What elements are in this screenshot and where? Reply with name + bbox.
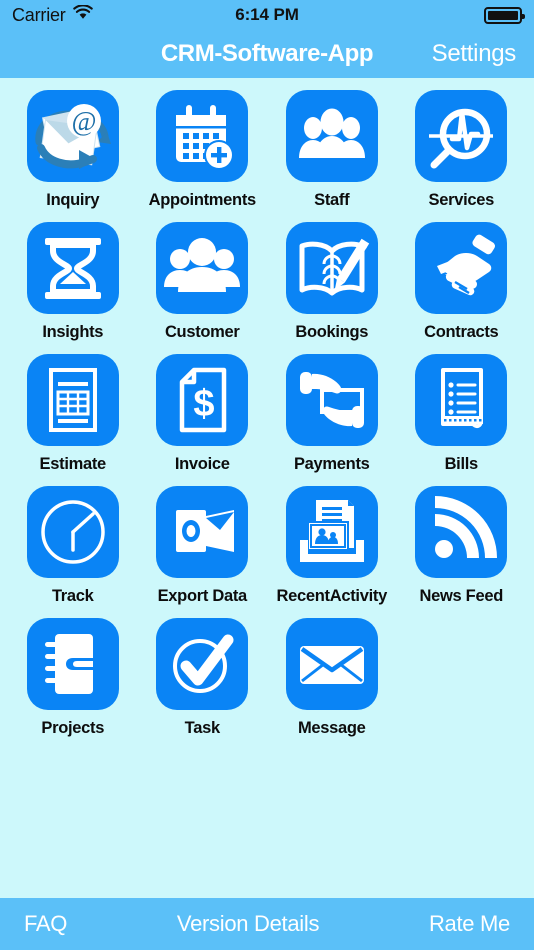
grid-item-invoice[interactable]: $ Invoice (138, 354, 268, 474)
grid-item-label: Insights (42, 323, 104, 341)
handshake-icon (437, 234, 496, 296)
email-at-envelope-icon: @ (35, 104, 111, 169)
app-grid: @ Inquiry Appointments Staff Services In… (8, 90, 526, 738)
grid-item-staff[interactable]: Staff (267, 90, 397, 210)
battery-full-icon (484, 6, 525, 24)
receipt-list-icon (441, 368, 484, 429)
grid-item-label: Invoice (174, 455, 230, 473)
carrier-label: Carrier (12, 4, 66, 25)
hands-card-icon (299, 372, 364, 428)
news-feed-tile[interactable] (415, 486, 508, 578)
services-tile[interactable] (415, 90, 508, 182)
bottom-toolbar: FAQ Version Details Rate Me (0, 898, 534, 950)
hourglass-icon (44, 238, 101, 299)
magnifier-pulse-icon (429, 108, 494, 169)
message-tile[interactable] (285, 618, 378, 710)
grid-item-label: Customer (164, 323, 240, 341)
envelope-icon (299, 646, 364, 684)
svg-text:$: $ (194, 383, 215, 425)
grid-item-label: Task (184, 719, 220, 737)
grid-item-label: News Feed (419, 587, 504, 605)
grid-item-recent-activity[interactable]: RecentActivity (267, 486, 397, 606)
grid-item-insights[interactable]: Insights (8, 222, 138, 342)
grid-item-payments[interactable]: Payments (267, 354, 397, 474)
grid-item-estimate[interactable]: Estimate (8, 354, 138, 474)
grid-item-label: Staff (314, 191, 350, 209)
contracts-tile[interactable] (415, 222, 508, 314)
grid-item-export-data[interactable]: Export Data (138, 486, 268, 606)
staff-tile[interactable] (285, 90, 378, 182)
app-screen: Carrier 6:14 PM CRM-Software-App Setting… (0, 0, 534, 950)
version-details-button[interactable]: Version Details (67, 911, 429, 937)
calendar-plus-icon (176, 105, 235, 170)
bills-tile[interactable] (415, 354, 508, 446)
invoice-tile[interactable]: $ (156, 354, 249, 446)
notebook-binder-icon (44, 634, 93, 694)
task-tile[interactable] (156, 618, 249, 710)
grid-item-projects[interactable]: Projects (8, 618, 138, 738)
document-dollar-icon: $ (180, 367, 227, 433)
three-people-icon (297, 108, 366, 161)
check-circle-icon (173, 634, 234, 693)
wifi-icon (72, 4, 93, 25)
estimate-tile[interactable] (26, 354, 119, 446)
grid-item-label: RecentActivity (276, 587, 388, 605)
grid-item-label: Inquiry (46, 191, 100, 209)
grid-item-empty (397, 618, 527, 738)
grid-item-inquiry[interactable]: @ Inquiry (8, 90, 138, 210)
export-data-tile[interactable] (156, 486, 249, 578)
outlook-envelope-icon (176, 510, 235, 552)
grid-item-label: Projects (41, 719, 105, 737)
bookings-tile[interactable] (285, 222, 378, 314)
grid-item-track[interactable]: Track (8, 486, 138, 606)
grid-item-label: Appointments (148, 191, 257, 209)
rate-me-button[interactable]: Rate Me (429, 911, 510, 937)
grid-item-label: Contracts (424, 323, 499, 341)
track-tile[interactable] (26, 486, 119, 578)
clock-icon (41, 500, 105, 564)
customer-group-icon (164, 238, 241, 292)
grid-item-label: Message (297, 719, 366, 737)
grid-item-label: Estimate (39, 455, 107, 473)
open-book-pen-icon (299, 238, 369, 296)
grid-item-label: Export Data (157, 587, 248, 605)
rss-feed-icon (435, 496, 498, 559)
grid-item-task[interactable]: Task (138, 618, 268, 738)
grid-item-label: Payments (293, 455, 370, 473)
status-bar-left: Carrier (12, 4, 93, 26)
grid-item-appointments[interactable]: Appointments (138, 90, 268, 210)
grid-item-label: Bookings (295, 323, 369, 341)
battery-fill (488, 10, 518, 20)
payments-tile[interactable] (285, 354, 378, 446)
navigation-bar: CRM-Software-App Settings (0, 30, 534, 78)
status-bar-right (484, 6, 525, 24)
recent-activity-tile[interactable] (285, 486, 378, 578)
settings-button[interactable]: Settings (432, 40, 517, 68)
grid-item-news-feed[interactable]: News Feed (397, 486, 527, 606)
app-grid-area: @ Inquiry Appointments Staff Services In… (0, 78, 534, 898)
faq-button[interactable]: FAQ (24, 911, 67, 937)
insights-tile[interactable] (26, 222, 119, 314)
status-bar: Carrier 6:14 PM (0, 0, 534, 30)
customer-tile[interactable] (156, 222, 249, 314)
grid-item-message[interactable]: Message (267, 618, 397, 738)
projects-tile[interactable] (26, 618, 119, 710)
appointments-tile[interactable] (156, 90, 249, 182)
inquiry-tile[interactable]: @ (26, 90, 119, 182)
grid-item-label: Services (428, 191, 495, 209)
grid-item-bookings[interactable]: Bookings (267, 222, 397, 342)
svg-text:@: @ (71, 106, 96, 136)
grid-item-contracts[interactable]: Contracts (397, 222, 527, 342)
grid-item-bills[interactable]: Bills (397, 354, 527, 474)
grid-item-label: Track (51, 587, 94, 605)
grid-item-label: Bills (444, 455, 479, 473)
document-table-icon (48, 368, 97, 432)
grid-item-services[interactable]: Services (397, 90, 527, 210)
grid-item-customer[interactable]: Customer (138, 222, 268, 342)
document-photo-tray-icon (299, 500, 364, 562)
